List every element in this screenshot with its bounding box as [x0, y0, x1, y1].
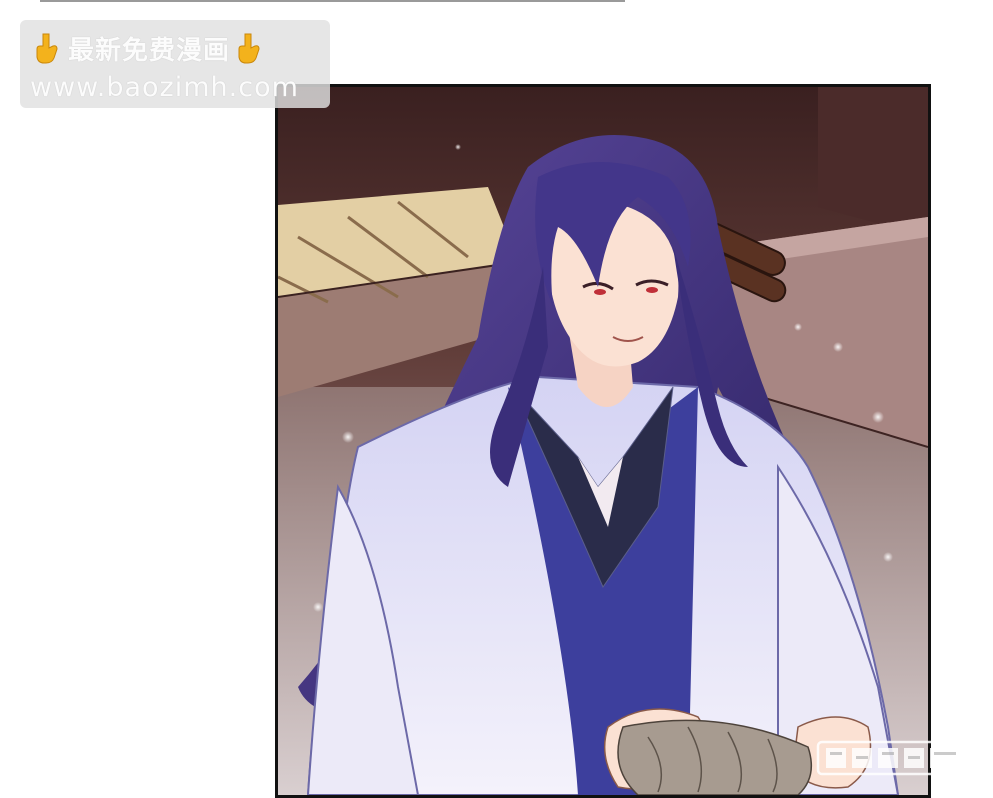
pointing-down-hand-icon	[236, 32, 264, 64]
watermark-title: 最新免费漫画	[68, 35, 231, 66]
watermark-box: 最新免费漫画 www.baozimh.com	[20, 20, 330, 108]
watermark-url: www.baozimh.com	[30, 72, 299, 103]
pointing-down-hand-icon	[34, 32, 62, 64]
publisher-logo-watermark-icon	[816, 738, 972, 778]
watermark-title-row: 最新免费漫画	[34, 30, 264, 66]
comic-panel	[275, 84, 931, 798]
top-divider-line	[40, 0, 625, 2]
comic-page: 最新免费漫画 www.baozimh.com	[0, 0, 993, 798]
comic-panel-illustration	[278, 87, 928, 795]
